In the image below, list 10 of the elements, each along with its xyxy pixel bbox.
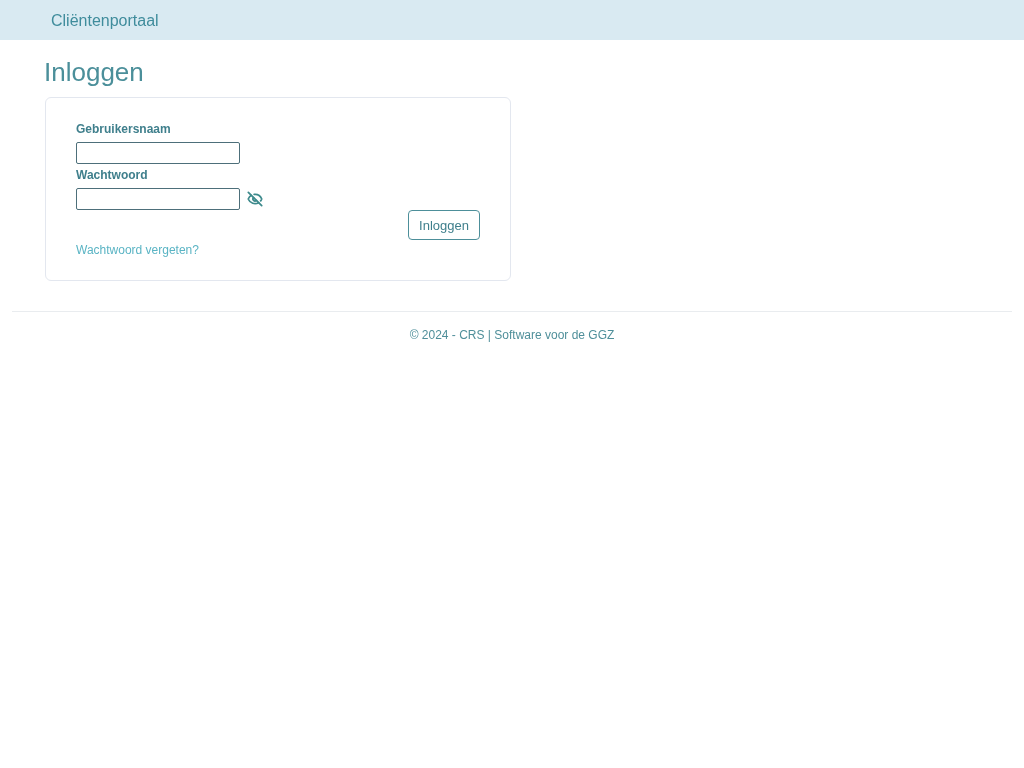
- brand-link[interactable]: Cliëntenportaal: [51, 10, 159, 30]
- eye-slash-icon[interactable]: [247, 191, 263, 207]
- username-label: Gebruikersnaam: [76, 121, 171, 137]
- login-button[interactable]: Inloggen: [408, 210, 480, 240]
- footer-text: © 2024 - CRS | Software voor de GGZ: [409, 327, 615, 343]
- password-field[interactable]: [76, 188, 240, 210]
- page-title: Inloggen: [44, 57, 144, 87]
- forgot-password-link[interactable]: Wachtwoord vergeten?: [76, 242, 199, 258]
- password-label: Wachtwoord: [76, 167, 148, 183]
- username-field[interactable]: [76, 142, 240, 164]
